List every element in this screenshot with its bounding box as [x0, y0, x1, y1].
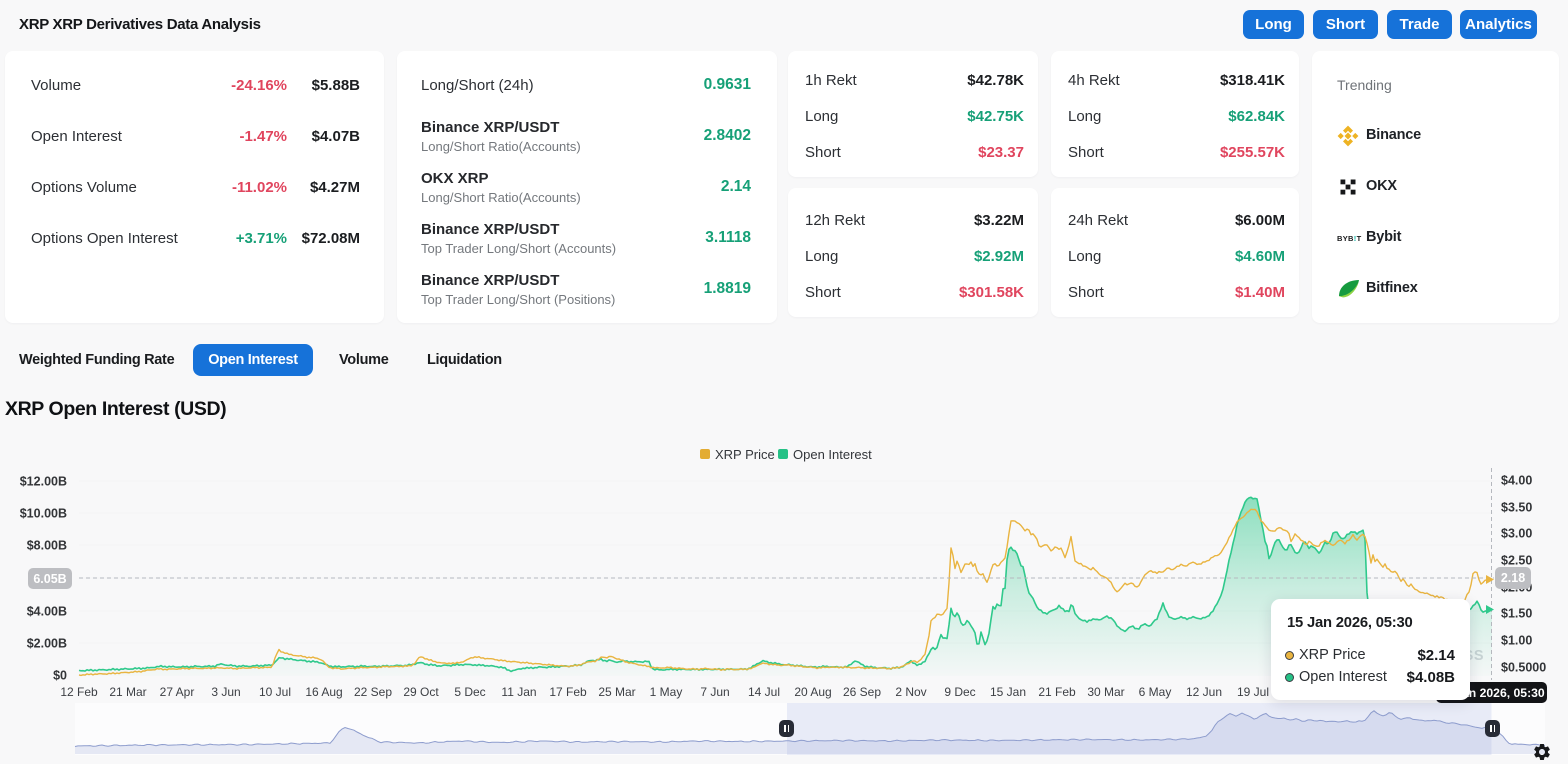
svg-text:$4.00B: $4.00B: [27, 605, 67, 619]
svg-text:$1.50: $1.50: [1501, 607, 1532, 621]
svg-text:$10.00B: $10.00B: [20, 507, 67, 521]
svg-text:7 Jun: 7 Jun: [700, 685, 729, 699]
svg-text:15 Jan: 15 Jan: [990, 685, 1026, 699]
svg-text:6 May: 6 May: [1139, 685, 1172, 699]
svg-text:Open Interest: Open Interest: [793, 447, 872, 462]
svg-text:2 Nov: 2 Nov: [895, 685, 926, 699]
svg-text:20 Aug: 20 Aug: [794, 685, 831, 699]
svg-text:21 Mar: 21 Mar: [109, 685, 146, 699]
svg-text:14 Jul: 14 Jul: [748, 685, 780, 699]
svg-text:$0.5000: $0.5000: [1501, 661, 1546, 675]
svg-text:$2.50: $2.50: [1501, 554, 1532, 568]
svg-text:11 Jan: 11 Jan: [501, 685, 536, 699]
svg-text:17 Feb: 17 Feb: [549, 685, 587, 699]
svg-text:12 Feb: 12 Feb: [60, 685, 98, 699]
svg-text:$3.50: $3.50: [1501, 501, 1532, 515]
svg-text:22 Sep: 22 Sep: [354, 685, 392, 699]
svg-text:16 Aug: 16 Aug: [305, 685, 342, 699]
svg-text:21 Feb: 21 Feb: [1038, 685, 1076, 699]
svg-text:27 Apr: 27 Apr: [160, 685, 195, 699]
svg-text:30 Mar: 30 Mar: [1087, 685, 1124, 699]
svg-text:29 Oct: 29 Oct: [403, 685, 439, 699]
svg-text:$3.00: $3.00: [1501, 527, 1532, 541]
svg-text:$12.00B: $12.00B: [20, 475, 67, 489]
svg-text:5 Dec: 5 Dec: [454, 685, 485, 699]
svg-text:$0: $0: [53, 669, 67, 683]
svg-text:$4.00: $4.00: [1501, 474, 1532, 488]
svg-text:1 May: 1 May: [650, 685, 683, 699]
svg-text:$2.00B: $2.00B: [27, 637, 67, 651]
svg-text:25 Mar: 25 Mar: [598, 685, 635, 699]
svg-text:9 Dec: 9 Dec: [944, 685, 975, 699]
svg-text:3 Jun: 3 Jun: [211, 685, 240, 699]
svg-text:$1.00: $1.00: [1501, 634, 1532, 648]
svg-text:$8.00B: $8.00B: [27, 539, 67, 553]
svg-text:19 Jul: 19 Jul: [1237, 685, 1269, 699]
svg-text:12 Jun: 12 Jun: [1186, 685, 1222, 699]
svg-text:XRP Price: XRP Price: [715, 447, 775, 462]
svg-text:10 Jul: 10 Jul: [259, 685, 291, 699]
svg-text:26 Sep: 26 Sep: [843, 685, 881, 699]
